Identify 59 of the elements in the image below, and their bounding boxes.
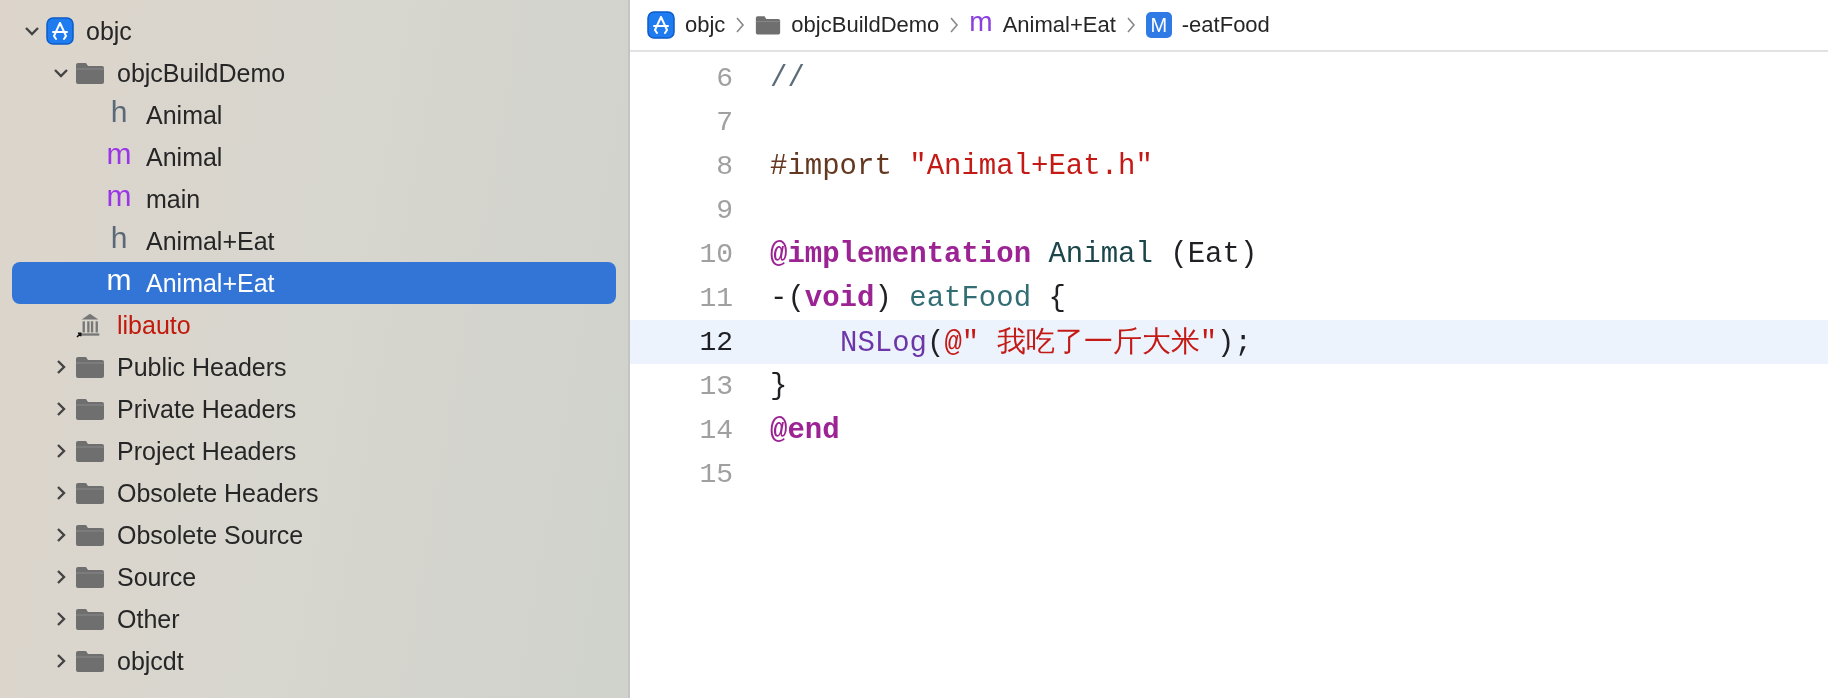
line-number: 12 bbox=[698, 326, 733, 358]
folder-icon bbox=[75, 522, 105, 548]
folder-icon bbox=[75, 60, 105, 86]
code-line: @implementation Animal (Eat) bbox=[770, 237, 1258, 271]
tree-row[interactable]: Public Headers bbox=[12, 346, 616, 388]
tree-row[interactable]: objc bbox=[12, 10, 616, 52]
file-type-icon: m bbox=[969, 9, 993, 35]
folder-icon bbox=[75, 480, 105, 506]
code-line: #import "Animal+Eat.h" bbox=[770, 149, 1153, 183]
breadcrumb-item[interactable]: Animal+Eat bbox=[1002, 12, 1116, 38]
project-icon bbox=[647, 11, 675, 39]
chevron-right-icon bbox=[949, 16, 960, 34]
tree-row[interactable]: Other bbox=[12, 598, 616, 640]
file-type-icon: m bbox=[104, 181, 134, 211]
tree-row[interactable]: Project Headers bbox=[12, 430, 616, 472]
folder-icon bbox=[75, 438, 105, 464]
line-number: 8 bbox=[715, 150, 733, 182]
tree-row[interactable]: objcdt bbox=[12, 640, 616, 682]
line-number: 13 bbox=[698, 370, 733, 402]
code-line: // bbox=[770, 61, 805, 95]
line-number: 11 bbox=[698, 282, 733, 314]
file-type-icon: m bbox=[104, 139, 134, 169]
selected-tree-row[interactable]: m Animal+Eat bbox=[12, 262, 616, 304]
code-line: @end bbox=[770, 413, 840, 447]
line-number: 6 bbox=[715, 62, 733, 94]
tree-row[interactable]: Private Headers bbox=[12, 388, 616, 430]
line-number: 10 bbox=[698, 238, 733, 270]
code-line: } bbox=[770, 369, 788, 403]
folder-icon bbox=[755, 14, 782, 36]
tree-row[interactable]: h Animal+Eat bbox=[12, 220, 616, 262]
folder-icon bbox=[75, 354, 105, 380]
tree-row[interactable]: Obsolete Headers bbox=[12, 472, 616, 514]
folder-icon bbox=[75, 606, 105, 632]
tree-row[interactable]: objcBuildDemo bbox=[12, 52, 616, 94]
code-line: -(void) eatFood { bbox=[770, 281, 1066, 315]
chevron-right-icon bbox=[735, 16, 746, 34]
line-number: 14 bbox=[698, 414, 733, 446]
tree-row[interactable]: h Animal bbox=[12, 94, 616, 136]
folder-icon bbox=[75, 648, 105, 674]
breadcrumb-item[interactable]: -eatFood bbox=[1181, 12, 1270, 38]
tree-row[interactable]: Source bbox=[12, 556, 616, 598]
line-number: 15 bbox=[698, 458, 733, 490]
tree-row[interactable]: m main bbox=[12, 178, 616, 220]
tree-row[interactable]: libauto bbox=[12, 304, 616, 346]
file-type-icon: m bbox=[104, 265, 134, 295]
tree-row[interactable]: Obsolete Source bbox=[12, 514, 616, 556]
chevron-right-icon bbox=[1125, 16, 1136, 34]
line-number: 7 bbox=[715, 106, 733, 138]
line-number: 9 bbox=[715, 194, 733, 226]
project-icon bbox=[46, 17, 74, 45]
tree-row[interactable]: m Animal bbox=[12, 136, 616, 178]
folder-icon bbox=[75, 564, 105, 590]
method-icon: M bbox=[1145, 12, 1172, 38]
file-type-icon: h bbox=[104, 223, 134, 253]
breadcrumb-item[interactable]: objcBuildDemo bbox=[791, 12, 940, 38]
code-line: NSLog(@" 我吃了一斤大米"); bbox=[840, 326, 1252, 362]
file-type-icon: h bbox=[104, 97, 134, 127]
folder-icon bbox=[75, 396, 105, 422]
breadcrumb-item[interactable]: objc bbox=[685, 12, 726, 38]
